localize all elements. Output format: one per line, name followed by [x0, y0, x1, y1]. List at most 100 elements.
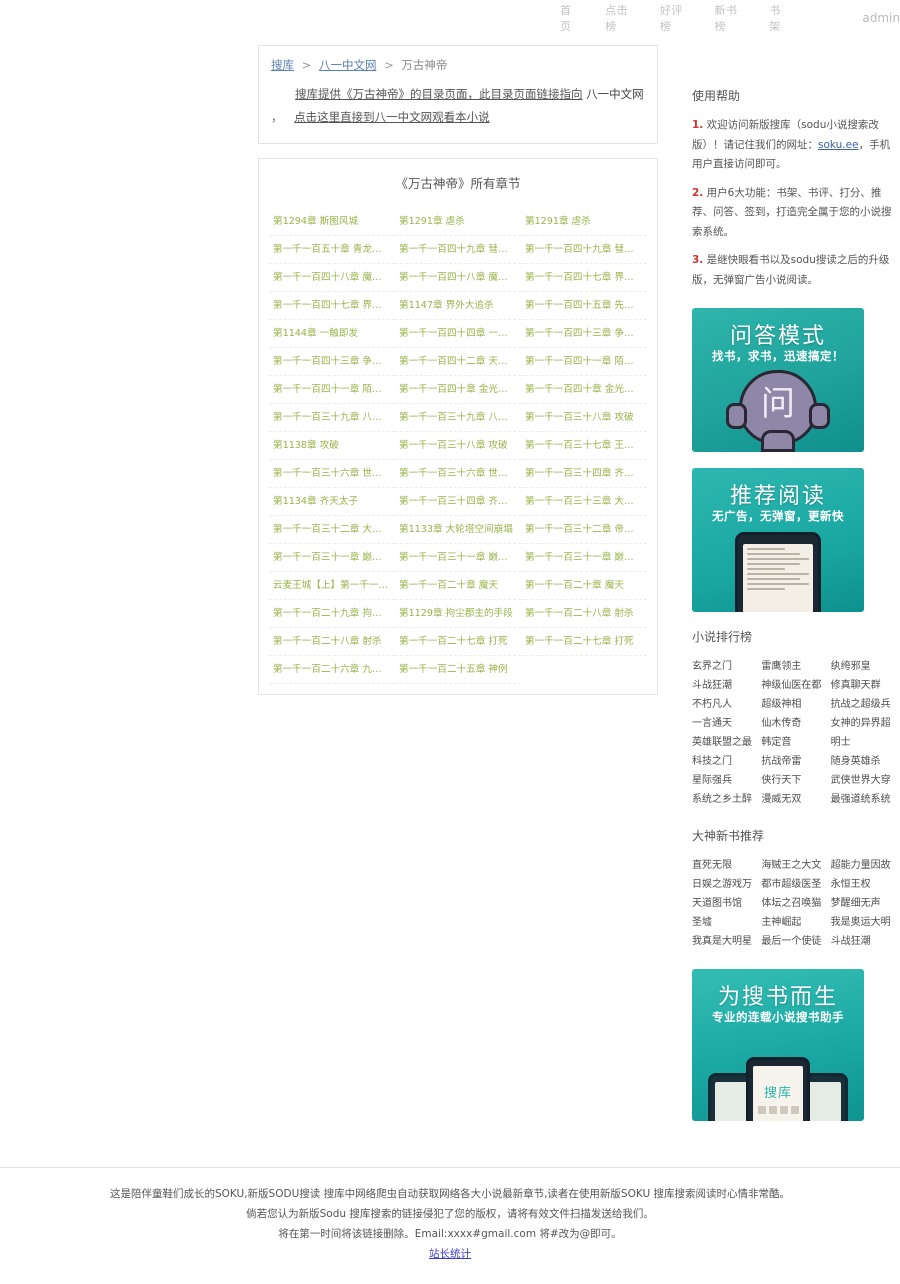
chapter-link[interactable]: 第1147章 界外大追杀 — [394, 292, 521, 320]
chapter-link[interactable]: 第一千一百三十八章 攻破 — [394, 432, 521, 460]
rank-item-link[interactable]: 雷鹰领主 — [761, 657, 830, 676]
newbook-item-link[interactable]: 最后一个使徒 — [761, 932, 830, 951]
chapter-link[interactable]: 第一千一百四十一章 陌尘公主 — [520, 348, 647, 376]
rank-item-link[interactable]: 韩定音 — [761, 733, 830, 752]
newbook-item-link[interactable]: 斗战狂潮 — [831, 932, 900, 951]
newbook-item-link[interactable]: 都市超级医圣 — [761, 875, 830, 894]
chapter-link[interactable]: 第一千一百三十一章 巅峰之战 — [520, 544, 647, 572]
chapter-link[interactable]: 云麦王城【上】第一千一百二十... — [269, 572, 395, 600]
help-site-link[interactable]: soku.ee — [818, 139, 859, 151]
rank-item-link[interactable]: 斗战狂潮 — [692, 676, 761, 695]
chapter-link[interactable]: 第一千一百二十六章 九阶半圣 — [269, 656, 395, 684]
user-admin-link[interactable]: admin — [862, 11, 900, 25]
chapter-link[interactable]: 第一千一百四十九章 彗晕流光 — [520, 236, 647, 264]
chapter-link[interactable]: 第一千一百三十三章 大轮塔空间... — [520, 488, 647, 516]
chapter-link[interactable]: 第一千一百四十五章 先前世界之... — [520, 292, 647, 320]
rank-item-link[interactable]: 女神的异界超 — [831, 714, 900, 733]
chapter-link[interactable]: 第一千一百二十五章 神例 — [394, 656, 521, 684]
chapter-link[interactable]: 第一千一百二十八章 射杀 — [269, 628, 395, 656]
chapter-link[interactable]: 第一千一百三十七章 王都城外 — [520, 432, 647, 460]
chapter-link[interactable]: 第一千一百三十八章 攻破 — [520, 404, 647, 432]
chapter-link[interactable]: 第一千一百二十七章 打死 — [394, 628, 521, 656]
newbook-item-link[interactable]: 圣墟 — [692, 913, 761, 932]
rank-item-link[interactable]: 英雄联盟之最 — [692, 733, 761, 752]
rank-item-link[interactable]: 不朽凡人 — [692, 695, 761, 714]
newbook-item-link[interactable]: 直死无限 — [692, 856, 761, 875]
rank-item-link[interactable]: 抗战之超级兵 — [831, 695, 900, 714]
chapter-link[interactable]: 第一千一百四十章 金光宝袋 — [520, 376, 647, 404]
rank-item-link[interactable]: 星际强兵 — [692, 771, 761, 790]
chapter-link[interactable]: 第1138章 攻破 — [269, 432, 395, 460]
breadcrumb-root[interactable]: 搜库 — [271, 58, 294, 72]
chapter-link[interactable]: 第一千一百二十章 魔天 — [520, 572, 647, 600]
rank-item-link[interactable]: 一言通天 — [692, 714, 761, 733]
rank-item-link[interactable]: 漫威无双 — [761, 790, 830, 809]
chapter-link[interactable]: 第一千一百二十八章 射杀 — [520, 600, 647, 628]
chapter-link[interactable]: 第一千一百三十四章 齐天太子 — [394, 488, 521, 516]
nav-item-bookshelf[interactable]: 书架 — [769, 2, 788, 34]
chapter-link[interactable]: 第1291章 虐杀 — [394, 208, 521, 236]
intro-direct-link[interactable]: 点击这里直接到八一中文网观看本小说 — [294, 110, 490, 124]
newbook-item-link[interactable]: 我是奥运大明 — [831, 913, 900, 932]
rank-item-link[interactable]: 修真聊天群 — [831, 676, 900, 695]
nav-item-praise-rank[interactable]: 好评榜 — [660, 2, 689, 34]
nav-item-new-rank[interactable]: 新书榜 — [715, 2, 744, 34]
chapter-link[interactable]: 第一千一百四十九章 彗晕流光 — [394, 236, 521, 264]
rank-item-link[interactable]: 侠行天下 — [761, 771, 830, 790]
chapter-link[interactable]: 第一千一百三十六章 世间尽无余... — [394, 460, 521, 488]
chapter-link[interactable]: 第一千一百四十章 金光宝袋 — [394, 376, 521, 404]
chapter-link[interactable]: 第一千一百四十二章 天地剑阵 — [394, 348, 521, 376]
banner-recommend-reading[interactable]: 推荐阅读 无广告，无弹窗，更新快 — [692, 468, 864, 612]
breadcrumb-site[interactable]: 八一中文网 — [319, 58, 377, 72]
rank-item-link[interactable]: 最强道统系统 — [831, 790, 900, 809]
chapter-link[interactable]: 第一千一百三十二章 帝尘罡剑 — [520, 516, 647, 544]
newbook-item-link[interactable]: 主神崛起 — [761, 913, 830, 932]
rank-item-link[interactable]: 武侠世界大穿 — [831, 771, 900, 790]
chapter-link[interactable]: 第一千一百四十一章 陌尘公主 — [269, 376, 395, 404]
newbook-item-link[interactable]: 海贼王之大文 — [761, 856, 830, 875]
chapter-link[interactable]: 第一千一百四十八章 魔丹王妃 — [269, 264, 395, 292]
newbook-item-link[interactable]: 体坛之召唤猫 — [761, 894, 830, 913]
chapter-link[interactable]: 第一千一百四十三章 争夺战 — [269, 348, 395, 376]
banner-qa-mode[interactable]: 问答模式 找书，求书，迅速搞定！ 问 — [692, 308, 864, 452]
rank-item-link[interactable]: 明士 — [831, 733, 900, 752]
chapter-link[interactable]: 第一千一百四十四章 一触即发 — [394, 320, 521, 348]
chapter-link[interactable]: 第1294章 斯图风城 — [269, 208, 395, 236]
chapter-link[interactable]: 第1134章 齐天太子 — [269, 488, 395, 516]
rank-item-link[interactable]: 玄界之门 — [692, 657, 761, 676]
nav-item-click-rank[interactable]: 点击榜 — [605, 2, 634, 34]
newbook-item-link[interactable]: 永恒王权 — [831, 875, 900, 894]
rank-item-link[interactable]: 纨绔邪皇 — [831, 657, 900, 676]
chapter-link[interactable]: 第一千一百三十六章 世间尽无余... — [269, 460, 395, 488]
newbook-item-link[interactable]: 梦醒细无声 — [831, 894, 900, 913]
rank-item-link[interactable]: 随身英雄杀 — [831, 752, 900, 771]
chapter-link[interactable]: 第一千一百三十一章 巅峰之战 — [269, 544, 395, 572]
chapter-link[interactable]: 第一千一百五十章 青龙帝君 — [269, 236, 395, 264]
rank-item-link[interactable]: 科技之门 — [692, 752, 761, 771]
chapter-link[interactable]: 第一千一百四十七章 界外大追杀 — [520, 264, 647, 292]
chapter-link[interactable]: 第1133章 大轮塔空间崩塌 — [394, 516, 521, 544]
newbook-item-link[interactable]: 超能力量因故 — [831, 856, 900, 875]
rank-item-link[interactable]: 仙木传奇 — [761, 714, 830, 733]
chapter-link[interactable]: 第一千一百三十九章 八龙武圣 — [394, 404, 521, 432]
chapter-link[interactable]: 第1144章 一触即发 — [269, 320, 395, 348]
newbook-item-link[interactable]: 天道图书馆 — [692, 894, 761, 913]
chapter-link[interactable]: 第一千一百二十章 魔天 — [394, 572, 521, 600]
chapter-link[interactable]: 第一千一百三十二章 大轮塔空间... — [269, 516, 395, 544]
chapter-link[interactable]: 第一千一百三十四章 齐天太子 — [520, 460, 647, 488]
newbook-item-link[interactable]: 我真是大明星 — [692, 932, 761, 951]
rank-item-link[interactable]: 神级仙医在都 — [761, 676, 830, 695]
rank-item-link[interactable]: 超级神相 — [761, 695, 830, 714]
chapter-link[interactable]: 第一千一百二十七章 打死 — [520, 628, 647, 656]
chapter-link[interactable]: 第一千一百三十九章 八龙武圣 — [269, 404, 395, 432]
footer-stats-link[interactable]: 站长统计 — [429, 1248, 471, 1260]
chapter-link[interactable]: 第一千一百四十七章 界外大追杀 — [269, 292, 395, 320]
nav-item-home[interactable]: 首页 — [560, 2, 579, 34]
chapter-link[interactable]: 第一千一百四十三章 争夺战 — [520, 320, 647, 348]
chapter-link[interactable]: 第一千一百二十九章 拘尘郡主的... — [269, 600, 395, 628]
chapter-link[interactable]: 第1129章 拘尘郡主的手段 — [394, 600, 521, 628]
rank-item-link[interactable]: 抗战帝雷 — [761, 752, 830, 771]
chapter-link[interactable]: 第1291章 虐杀 — [520, 208, 647, 236]
rank-item-link[interactable]: 系统之乡土醉 — [692, 790, 761, 809]
newbook-item-link[interactable]: 日娱之游戏万 — [692, 875, 761, 894]
